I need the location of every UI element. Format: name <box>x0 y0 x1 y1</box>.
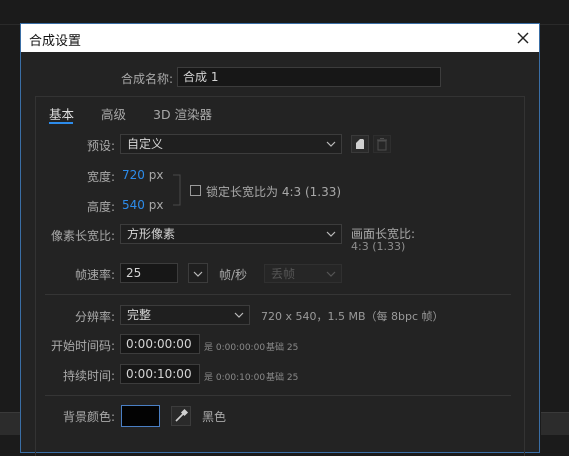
pixel-aspect-value: 方形像素 <box>127 227 176 241</box>
background-app-panel-left <box>0 412 20 435</box>
resolution-dropdown[interactable]: 完整 <box>120 305 250 325</box>
dialog-title: 合成设置 <box>29 34 82 49</box>
aspect-link-bracket <box>173 174 181 206</box>
close-icon <box>517 32 529 44</box>
eyedropper-button[interactable] <box>171 406 191 426</box>
resolution-value: 完整 <box>127 308 152 322</box>
drop-frame-dropdown: 丢帧 <box>264 264 342 283</box>
delete-preset-button[interactable] <box>373 135 391 153</box>
save-preset-icon <box>356 139 364 149</box>
preset-value: 自定义 <box>127 137 164 151</box>
pixel-aspect-dropdown[interactable]: 方形像素 <box>120 224 342 244</box>
start-timecode-input[interactable]: 0:00:00:00 <box>120 334 200 354</box>
background-color-name: 黑色 <box>202 410 227 424</box>
section-divider <box>45 294 511 295</box>
frame-rate-dropdown[interactable] <box>188 263 208 283</box>
comp-name-input[interactable]: 合成 1 <box>177 67 441 87</box>
close-button[interactable] <box>511 26 535 50</box>
lock-aspect-label: 锁定长宽比为 4:3 (1.33) <box>206 185 342 199</box>
tab-advanced[interactable]: 高级 <box>101 104 126 123</box>
frame-aspect-value: 4:3 (1.33) <box>351 240 406 253</box>
start-timecode-label: 开始时间码: <box>50 339 115 353</box>
height-label: 高度: <box>86 200 115 214</box>
duration-equivalent: 是 0:00:10:00 <box>204 373 266 383</box>
width-field: 720 px <box>122 168 163 182</box>
width-unit: px <box>148 168 164 182</box>
frame-rate-unit: 帧/秒 <box>219 268 248 282</box>
dialog-titlebar: 合成设置 <box>21 24 539 52</box>
height-unit: px <box>148 198 164 212</box>
duration-label: 持续时间: <box>62 369 115 383</box>
frame-rate-input[interactable]: 25 <box>120 263 178 283</box>
save-preset-button[interactable] <box>351 135 369 153</box>
tab-3d-renderer[interactable]: 3D 渲染器 <box>153 104 212 123</box>
duration-base: 基础 25 <box>266 373 299 383</box>
chevron-down-icon <box>234 312 244 318</box>
start-timecode-equivalent: 是 0:00:00:00 <box>204 343 266 353</box>
height-value[interactable]: 540 <box>122 198 145 212</box>
chevron-down-icon <box>326 141 336 147</box>
frame-rate-label: 帧速率: <box>74 268 115 282</box>
chevron-down-icon <box>326 231 336 237</box>
start-timecode-base: 基础 25 <box>266 343 299 353</box>
lock-aspect-checkbox[interactable] <box>190 185 201 196</box>
background-color-label: 背景颜色: <box>62 410 115 424</box>
eyedropper-icon <box>175 408 189 422</box>
chevron-down-icon <box>326 271 336 277</box>
resolution-label: 分辨率: <box>74 310 115 324</box>
resolution-info: 720 x 540，1.5 MB（每 8bpc 帧） <box>261 310 444 323</box>
pixel-aspect-label: 像素长宽比: <box>50 229 115 243</box>
height-field: 540 px <box>122 198 163 212</box>
background-app-panel-right <box>541 412 569 435</box>
width-label: 宽度: <box>86 170 115 184</box>
composition-settings-dialog: 合成设置 合成名称: 合成 1 基本 高级 3D 渲染器 预设: 自定义 宽度:… <box>20 23 540 456</box>
preset-label: 预设: <box>86 139 115 153</box>
tab-basic[interactable]: 基本 <box>49 104 74 123</box>
duration-input[interactable]: 0:00:10:00 <box>120 364 200 384</box>
trash-icon <box>377 138 387 151</box>
width-value[interactable]: 720 <box>122 168 145 182</box>
chevron-down-icon <box>193 271 203 277</box>
comp-name-label: 合成名称: <box>120 72 173 86</box>
preset-dropdown[interactable]: 自定义 <box>120 134 342 154</box>
section-divider <box>45 395 511 396</box>
active-tab-indicator <box>49 122 73 124</box>
drop-frame-value: 丢帧 <box>271 267 296 281</box>
background-color-swatch[interactable] <box>121 405 160 427</box>
